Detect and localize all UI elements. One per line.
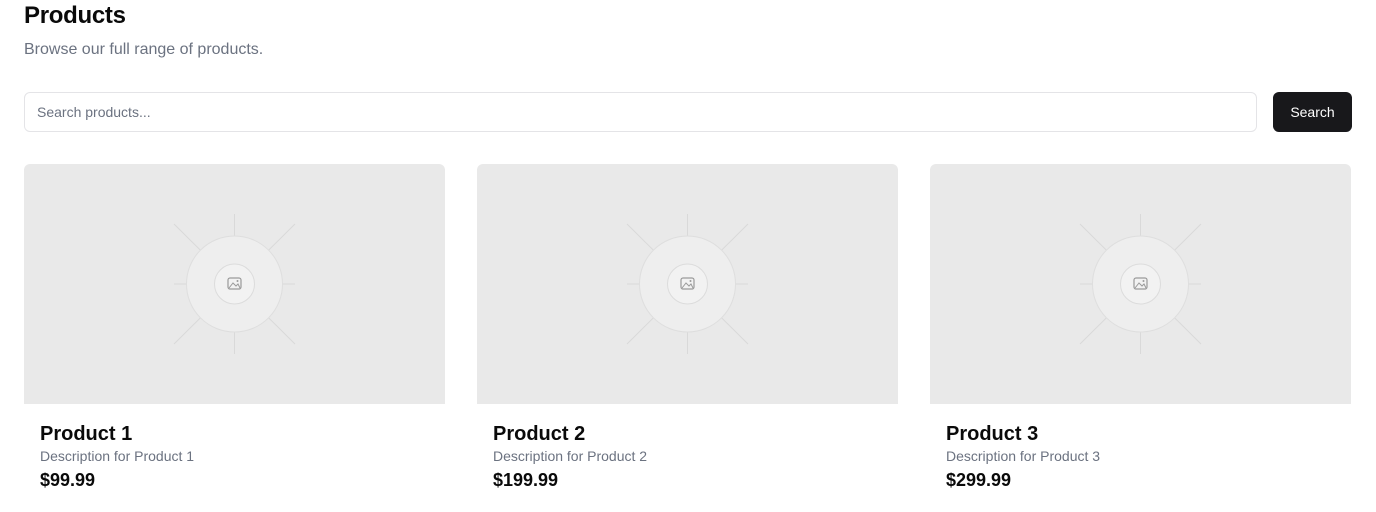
image-placeholder-icon bbox=[173, 214, 296, 354]
product-name: Product 3 bbox=[946, 423, 1039, 445]
search-input[interactable] bbox=[24, 92, 1257, 132]
image-placeholder-icon bbox=[1079, 214, 1202, 354]
search-bar: Search bbox=[24, 92, 1352, 132]
product-card[interactable]: Product 3 Description for Product 3 $299… bbox=[930, 164, 1351, 491]
product-description: Description for Product 1 bbox=[40, 448, 195, 464]
products-page: Products Browse our full range of produc… bbox=[0, 0, 1376, 512]
product-description: Description for Product 2 bbox=[493, 448, 648, 464]
product-card[interactable]: Product 2 Description for Product 2 $199… bbox=[477, 164, 898, 491]
product-grid: Product 1 Description for Product 1 $99.… bbox=[24, 164, 1352, 491]
search-button[interactable]: Search bbox=[1273, 92, 1352, 132]
product-price: $299.99 bbox=[946, 470, 1012, 490]
product-image-placeholder bbox=[930, 164, 1351, 404]
product-image-placeholder bbox=[24, 164, 445, 404]
product-price: $199.99 bbox=[493, 470, 559, 490]
image-placeholder-icon bbox=[626, 214, 749, 354]
product-name: Product 1 bbox=[40, 423, 133, 445]
product-image-placeholder bbox=[477, 164, 898, 404]
product-name: Product 2 bbox=[493, 423, 586, 445]
product-description: Description for Product 3 bbox=[946, 448, 1101, 464]
page-title: Products bbox=[24, 2, 126, 29]
product-card[interactable]: Product 1 Description for Product 1 $99.… bbox=[24, 164, 445, 491]
page-subtitle: Browse our full range of products. bbox=[24, 41, 264, 58]
product-price: $99.99 bbox=[40, 470, 96, 490]
